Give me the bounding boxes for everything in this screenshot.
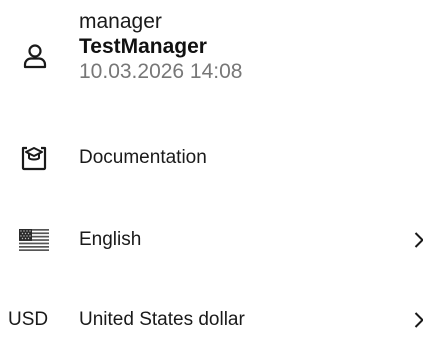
- user-name: TestManager: [79, 35, 207, 58]
- currency-label: United States dollar: [79, 309, 245, 330]
- menu-item-documentation[interactable]: Documentation: [0, 140, 423, 176]
- graduation-cap-icon: [21, 146, 47, 171]
- chevron-right-icon: [414, 232, 423, 248]
- chevron-right-icon: [414, 312, 423, 328]
- user-profile[interactable]: manager TestManager 10.03.2026 14:08: [0, 0, 423, 110]
- menu-item-currency[interactable]: USD United States dollar: [0, 302, 423, 338]
- last-login-timestamp: 10.03.2026 14:08: [79, 60, 243, 83]
- currency-code: USD: [8, 309, 49, 330]
- us-flag-icon: [19, 229, 49, 251]
- user-role: manager: [79, 10, 162, 33]
- account-menu: manager TestManager 10.03.2026 14:08 Doc…: [0, 0, 423, 330]
- user-info: manager TestManager 10.03.2026 14:08: [79, 10, 243, 85]
- documentation-label: Documentation: [79, 147, 207, 168]
- user-icon: [23, 44, 47, 69]
- menu-item-language[interactable]: English: [0, 222, 423, 258]
- language-label: English: [79, 229, 142, 250]
